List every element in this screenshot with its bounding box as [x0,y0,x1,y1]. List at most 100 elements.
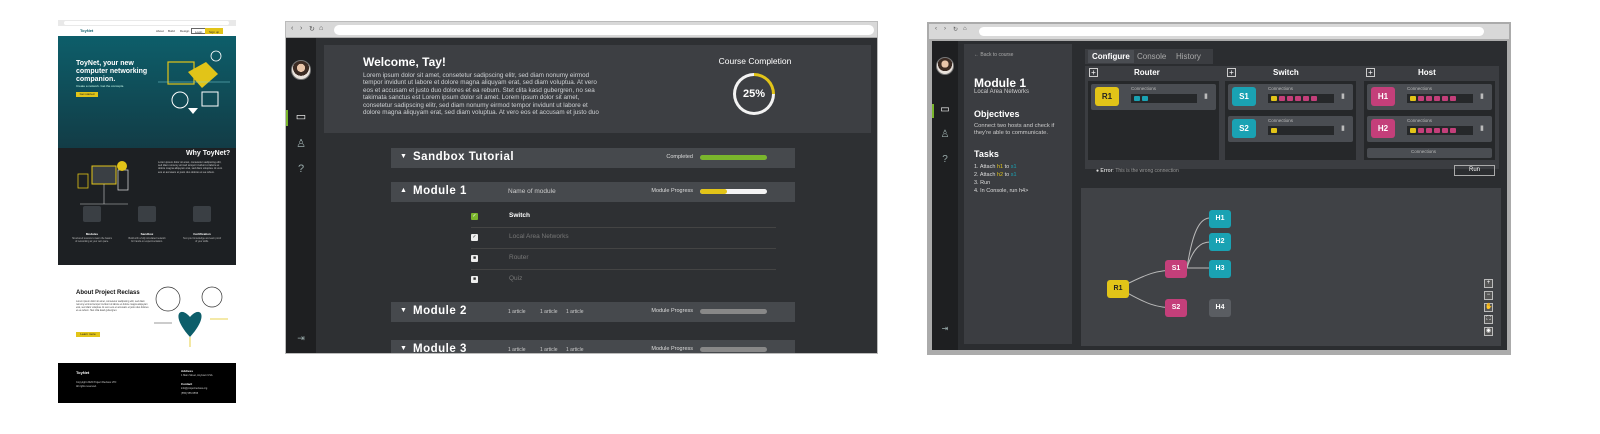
connection-chip[interactable] [1450,128,1456,133]
connection-chip[interactable] [1271,128,1277,133]
module-row-3[interactable]: ▼ Module 3 1 article 1 article 1 article… [391,340,795,353]
connection-chip[interactable] [1410,128,1416,133]
module-row-2[interactable]: ▼ Module 2 1 article 1 article 1 article… [391,302,795,322]
module-item[interactable]: ✓ Local Area Networks [471,229,776,249]
tab-configure[interactable]: Configure [1088,50,1134,63]
folder-icon[interactable]: ▭ [932,104,958,115]
connection-chip[interactable] [1442,128,1448,133]
connections-field[interactable] [1131,94,1197,103]
connections-field[interactable] [1268,94,1334,103]
forward-icon[interactable]: › [944,26,946,32]
home-icon[interactable]: ⌂ [963,26,967,32]
help-icon[interactable]: ? [286,163,316,175]
device-card[interactable]: S2 Connections ▮ [1228,116,1353,142]
connection-chip[interactable] [1134,96,1140,101]
device-card[interactable]: H2 Connections ▮ [1367,116,1492,142]
nav-link-build[interactable]: Build [168,29,175,33]
reload-icon[interactable]: ↻ [953,26,958,33]
connections-field[interactable] [1407,126,1473,135]
folder-icon[interactable]: ▭ [286,110,316,123]
module-row-1[interactable]: ▲ Module 1 Name of module Module Progres… [391,182,795,202]
help-icon[interactable]: ? [932,154,958,165]
url-bar[interactable] [64,21,229,25]
checkbox-icon[interactable]: ■ [471,255,478,262]
learn-more-button[interactable]: Learn more [76,332,100,337]
zoom-in-button[interactable]: + [1484,279,1493,288]
node-h1[interactable]: H1 [1209,210,1231,228]
back-to-course-link[interactable]: ← Back to course [974,52,1013,58]
trash-icon[interactable]: ▮ [1341,124,1345,132]
connection-chip[interactable] [1311,96,1317,101]
connections-field[interactable] [1407,94,1473,103]
connection-chip[interactable] [1279,96,1285,101]
module-row-sandbox[interactable]: ▼ Sandbox Tutorial Completed [391,148,795,168]
module-item[interactable]: ■ Quiz [471,271,776,291]
connection-chip[interactable] [1426,96,1432,101]
connection-chip[interactable] [1442,96,1448,101]
eye-icon[interactable]: ◉ [1484,327,1493,336]
fit-icon[interactable]: ⛶ [1484,315,1493,324]
url-bar[interactable] [979,27,1484,36]
avatar[interactable] [936,57,954,75]
checkbox-icon[interactable]: ✓ [471,234,478,241]
footer-logo[interactable]: ToyNet [76,370,96,376]
device-card[interactable]: R1 Connections ▮ [1091,84,1216,110]
logout-icon[interactable]: ⇥ [932,324,958,333]
node-s1[interactable]: S1 [1165,260,1187,278]
connection-chip[interactable] [1418,128,1424,133]
zoom-out-button[interactable]: − [1484,291,1493,300]
get-started-button[interactable]: Get started [76,92,98,97]
node-h4[interactable]: H4 [1209,299,1231,317]
connection-chip[interactable] [1410,96,1416,101]
nav-link-design[interactable]: Design [180,29,189,33]
back-icon[interactable]: ‹ [291,25,293,32]
connection-chip[interactable] [1418,96,1424,101]
trash-icon[interactable]: ▮ [1204,92,1208,100]
node-h2[interactable]: H2 [1209,233,1231,251]
node-r1[interactable]: R1 [1107,280,1129,298]
connection-chip[interactable] [1271,96,1277,101]
connection-chip[interactable] [1434,128,1440,133]
hand-icon[interactable]: ✋ [1484,303,1493,312]
url-bar[interactable] [334,25,874,35]
node-h3[interactable]: H3 [1209,260,1231,278]
connection-chip[interactable] [1287,96,1293,101]
connections-field[interactable] [1268,126,1334,135]
trash-icon[interactable]: ▮ [1341,92,1345,100]
connection-chip[interactable] [1303,96,1309,101]
avatar[interactable] [291,60,311,80]
tab-history[interactable]: History [1176,52,1201,61]
back-icon[interactable]: ‹ [935,26,937,32]
footer-contact[interactable]: info@projectreclass.org [181,387,207,390]
checkbox-icon[interactable]: ■ [471,276,478,283]
add-switch-button[interactable]: + [1227,68,1236,77]
forward-icon[interactable]: › [300,25,302,32]
trash-icon[interactable]: ▮ [1480,124,1484,132]
device-card[interactable]: S1 Connections ▮ [1228,84,1353,110]
user-icon[interactable]: ♙ [286,137,316,150]
run-button[interactable]: Run [1454,165,1495,176]
brand-logo[interactable]: ToyNet [80,28,100,34]
add-router-button[interactable]: + [1089,68,1098,77]
connection-chip[interactable] [1434,96,1440,101]
connection-chip[interactable] [1142,96,1148,101]
add-host-button[interactable]: + [1366,68,1375,77]
module-item[interactable]: ✓ Switch [471,208,776,228]
device-card[interactable]: H1 Connections ▮ [1367,84,1492,110]
trash-icon[interactable]: ▮ [1480,92,1484,100]
device-card[interactable]: Connections [1367,148,1492,158]
connection-chip[interactable] [1295,96,1301,101]
connection-chip[interactable] [1450,96,1456,101]
connection-chip[interactable] [1426,128,1432,133]
reload-icon[interactable]: ↻ [309,25,315,33]
signup-button[interactable]: Sign up [205,28,224,34]
check-icon[interactable]: ✓ [471,213,478,220]
node-s2[interactable]: S2 [1165,299,1187,317]
tab-console[interactable]: Console [1137,52,1166,61]
logout-icon[interactable]: ⇥ [286,333,316,344]
topology-canvas[interactable]: H1 H2 S1 H3 R1 S2 H4 + − ✋ ⛶ ◉ [1081,188,1501,346]
home-icon[interactable]: ⌂ [319,25,323,32]
module-item[interactable]: ■ Router [471,250,776,270]
user-icon[interactable]: ♙ [932,129,958,140]
nav-link-about[interactable]: About [156,29,164,33]
